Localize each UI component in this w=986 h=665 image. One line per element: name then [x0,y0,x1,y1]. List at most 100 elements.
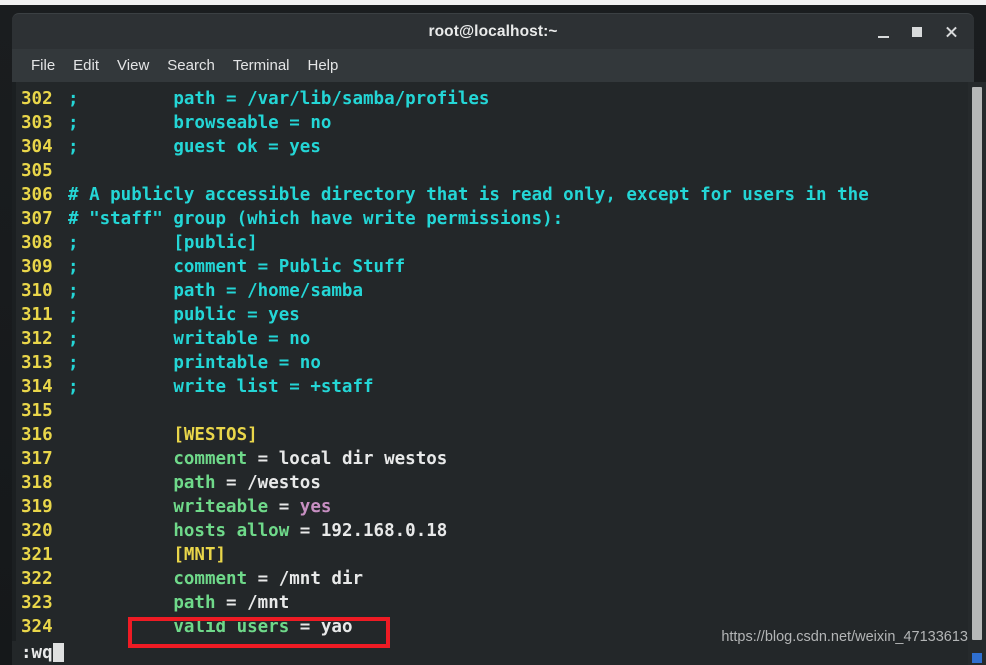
editor-line: 315 [16,399,974,423]
editor-line: 320 hosts allow = 192.168.0.18 [16,519,974,543]
line-number: 306 [21,185,53,205]
maximize-icon [912,27,922,37]
menu-item-terminal[interactable]: Terminal [224,55,299,76]
editor-buffer: 302 ; path = /var/lib/samba/profiles 303 ; … [16,87,974,639]
code-segment: path [173,593,216,613]
terminal-window: root@localhost:~ File Edit View Search Termi… [0,5,986,665]
code-segment: ; path = /home/samba [68,281,364,301]
line-number: 315 [21,401,53,421]
editor-line: 317 comment = local dir westos [16,447,974,471]
vim-command-text: :wq [21,643,53,663]
line-number: 310 [21,281,53,301]
code-segment: ; browseable = no [68,113,332,133]
editor-line: 302 ; path = /var/lib/samba/profiles [16,87,974,111]
code-segment: comment [173,569,248,589]
code-segment: hosts allow [173,521,290,541]
menu-item-help[interactable]: Help [299,55,348,76]
code-segment: ; printable = no [68,353,321,373]
menubar: File Edit View Search Terminal Help [12,49,974,82]
line-number: 320 [21,521,53,541]
code-segment: valid users [173,617,290,637]
close-icon [945,26,958,39]
line-number: 307 [21,209,53,229]
editor-line: 316 [WESTOS] [16,423,974,447]
code-segment: [WESTOS] [173,425,258,445]
minimize-icon [877,35,889,38]
code-segment: # A publicly accessible directory that i… [68,185,869,205]
code-segment: ; guest ok = yes [68,137,321,157]
code-segment: ; comment = Public Stuff [68,257,406,277]
code-segment: = /mnt dir [247,569,364,589]
editor-line: 310 ; path = /home/samba [16,279,974,303]
screenshot-root: root@localhost:~ File Edit View Search Termi… [0,0,986,665]
line-number: 321 [21,545,53,565]
editor-line: 311 ; public = yes [16,303,974,327]
line-number: 312 [21,329,53,349]
editor-line: 319 writeable = yes [16,495,974,519]
code-segment: # "staff" group (which have write permis… [68,209,564,229]
code-segment: ; [public] [68,233,258,253]
maximize-button[interactable] [900,17,934,47]
code-segment: path [173,473,216,493]
editor-line: 312 ; writable = no [16,327,974,351]
scrollbar-thumb[interactable] [972,87,982,640]
line-number: 318 [21,473,53,493]
line-number: 314 [21,377,53,397]
line-number: 323 [21,593,53,613]
line-number: 316 [21,425,53,445]
editor-line: 304 ; guest ok = yes [16,135,974,159]
window-title: root@localhost:~ [428,22,558,40]
editor-line: 323 path = /mnt [16,591,974,615]
window-controls [866,14,968,50]
code-segment: = /mnt [215,593,290,613]
line-number: 322 [21,569,53,589]
line-number: 308 [21,233,53,253]
editor-line: 314 ; write list = +staff [16,375,974,399]
line-number: 324 [21,617,53,637]
editor-line: 318 path = /westos [16,471,974,495]
scrollbar-end-marker [972,653,982,663]
line-number: 319 [21,497,53,517]
line-number: 309 [21,257,53,277]
line-number: 311 [21,305,53,325]
close-button[interactable] [934,17,968,47]
menu-item-edit[interactable]: Edit [64,55,108,76]
code-segment: [MNT] [173,545,227,565]
code-segment: ; write list = +staff [68,377,374,397]
code-segment: ; writable = no [68,329,311,349]
line-number: 317 [21,449,53,469]
code-segment: comment [173,449,248,469]
menu-item-file[interactable]: File [22,55,64,76]
code-segment: ; public = yes [68,305,300,325]
code-segment: yes [299,497,332,517]
menu-item-view[interactable]: View [108,55,158,76]
terminal-text-area[interactable]: 302 ; path = /var/lib/samba/profiles 303 ; … [12,82,974,657]
code-segment: ; path = /var/lib/samba/profiles [68,89,490,109]
code-segment: = /westos [215,473,321,493]
editor-line: 306 # A publicly accessible directory tha… [16,183,974,207]
line-number: 303 [21,113,53,133]
editor-line: 308 ; [public] [16,231,974,255]
code-segment: = yao [289,617,353,637]
code-segment: = 192.168.0.18 [289,521,448,541]
minimize-button[interactable] [866,17,900,47]
code-segment: = local dir westos [247,449,448,469]
editor-line: 305 [16,159,974,183]
menu-item-search[interactable]: Search [158,55,224,76]
window-titlebar[interactable]: root@localhost:~ [12,13,974,49]
editor-line: 309 ; comment = Public Stuff [16,255,974,279]
code-segment: = [268,497,300,517]
editor-line: 303 ; browseable = no [16,111,974,135]
line-number: 304 [21,137,53,157]
line-number: 305 [21,161,53,181]
line-number: 313 [21,353,53,373]
editor-line: 322 comment = /mnt dir [16,567,974,591]
